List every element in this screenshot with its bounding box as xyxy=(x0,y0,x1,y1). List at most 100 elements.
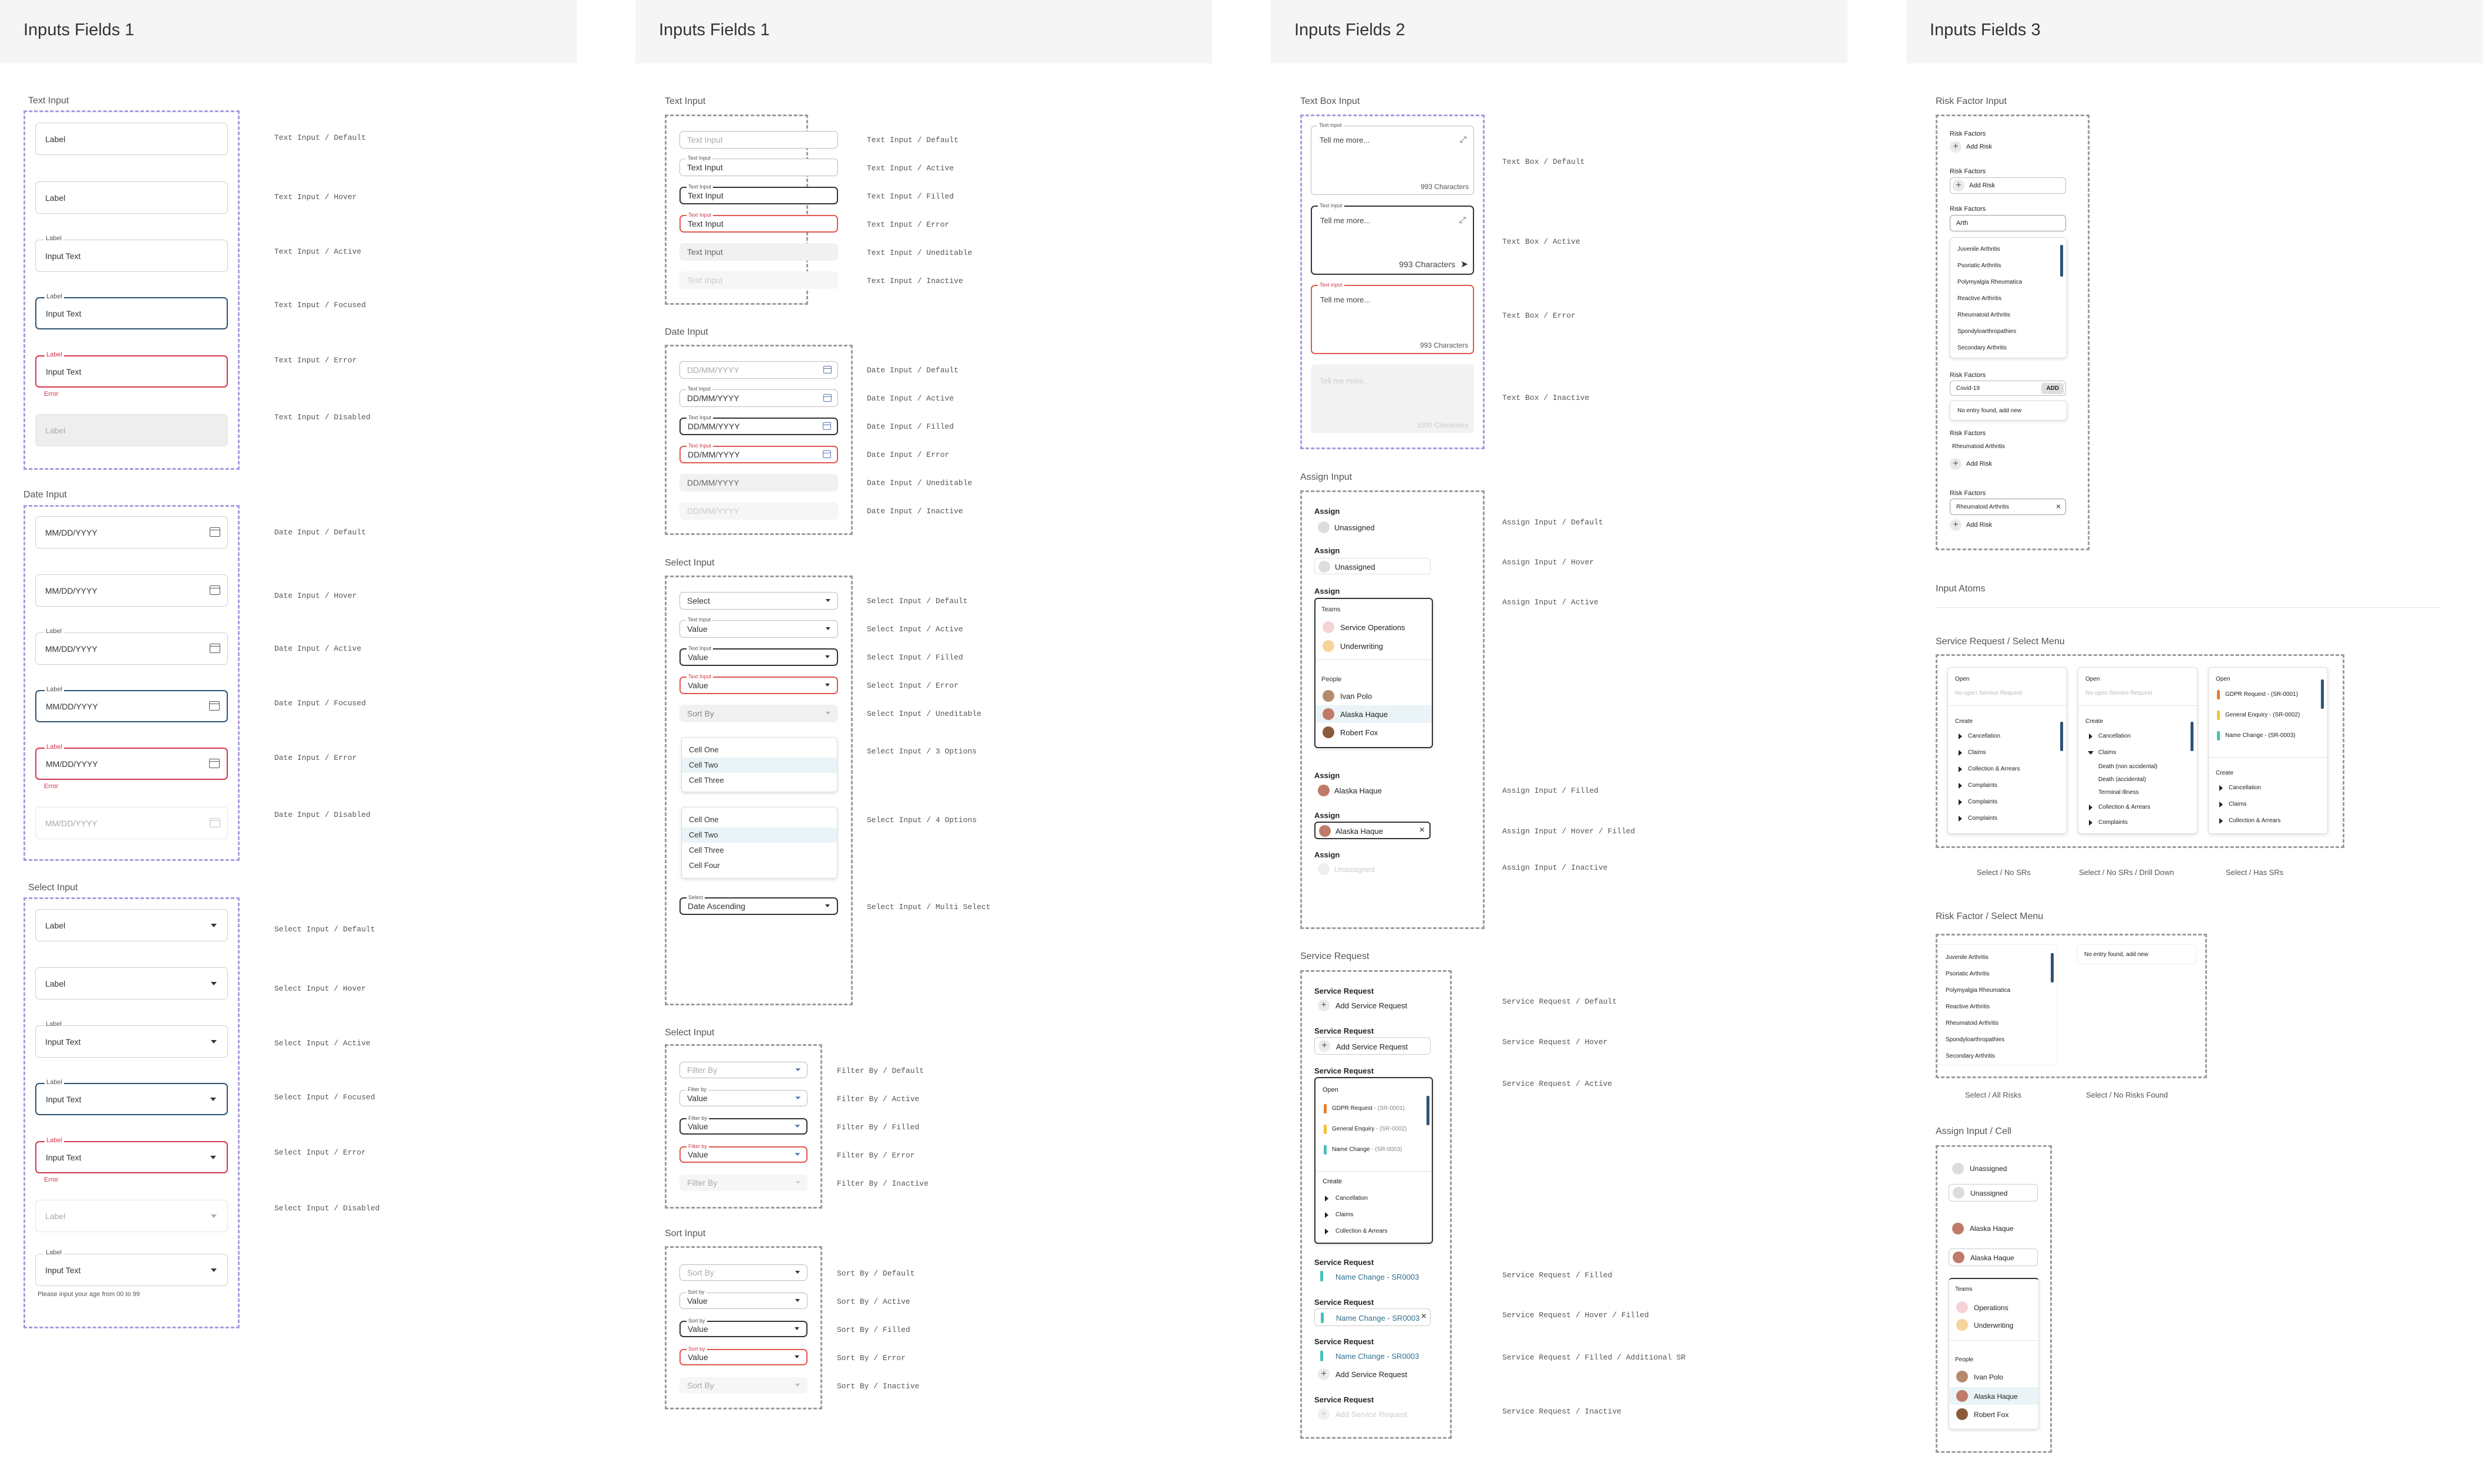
text-input-filled[interactable]: Text Input Text Input xyxy=(679,184,838,204)
date-input-focused[interactable]: Label MM/DD/YYYY xyxy=(35,686,228,722)
text-box-error[interactable]: Text input Tell me more... 993 Characters xyxy=(1311,282,1474,354)
text-box-default[interactable]: Text input Tell me more... ⤢ 993 Characters xyxy=(1311,122,1474,195)
filter-input-filled[interactable]: Filter by Value ⏷ xyxy=(679,1115,808,1135)
date-input-error[interactable]: Label MM/DD/YYYY xyxy=(35,743,228,780)
date-input-error[interactable]: Text Input DD/MM/YYYY xyxy=(679,443,838,463)
cell-filled-hover[interactable]: Alaska Haque xyxy=(1949,1249,2038,1266)
sr-create-option[interactable]: Complaints xyxy=(2098,819,2128,826)
calendar-icon[interactable] xyxy=(823,366,832,373)
team-option[interactable]: Service Operations xyxy=(1340,623,1405,632)
add-risk-default[interactable]: + Add Risk xyxy=(1950,141,2038,154)
funnel-icon[interactable]: ⏷ xyxy=(795,1150,800,1158)
filter-input-error[interactable]: Filter by Value ⏷ xyxy=(679,1143,808,1163)
text-input-hover[interactable]: Label xyxy=(35,181,228,214)
menu-option[interactable]: Cell Three xyxy=(682,843,837,858)
expand-icon[interactable]: ⤢ xyxy=(1459,215,1466,225)
select-input-error[interactable]: Text Input Value xyxy=(679,674,838,694)
person-option[interactable]: Alaska Haque xyxy=(1340,710,1388,719)
sr-create-option[interactable]: Claims xyxy=(1335,1212,1354,1218)
risk-option[interactable]: Psoriatic Arthritis xyxy=(1946,971,1989,977)
filter-input-active[interactable]: Filter by Value ⏷ xyxy=(679,1086,808,1106)
sr-filled-additional[interactable]: Name Change - SR0003 xyxy=(1318,1350,1424,1362)
sr-option[interactable]: GDPR Request - (SR-0001) xyxy=(2225,691,2298,698)
sr-create-option[interactable]: Cancellation xyxy=(2229,785,2261,791)
close-icon[interactable]: × xyxy=(1419,825,1425,836)
add-service-request-button[interactable]: + Add Service Request xyxy=(1318,1367,1424,1381)
calendar-icon[interactable] xyxy=(210,527,220,537)
add-button[interactable]: ADD xyxy=(2041,383,2064,394)
sr-option[interactable]: Name Change - (SR-0003) xyxy=(2225,732,2296,739)
risk-option[interactable]: Psoriatic Arthritis xyxy=(1957,263,2001,269)
assign-filled[interactable]: Alaska Haque xyxy=(1318,783,1412,797)
person-option[interactable]: Ivan Polo xyxy=(1974,1373,2003,1381)
cell-unassigned-hover[interactable]: Unassigned xyxy=(1949,1184,2038,1202)
risk-option[interactable]: Juvenile Arthritis xyxy=(1957,246,2000,253)
sr-filled[interactable]: Name Change - SR0003 xyxy=(1318,1270,1424,1284)
risk-option[interactable]: Polymyalgia Rheumatica xyxy=(1957,279,2022,285)
funnel-icon[interactable]: ⏷ xyxy=(795,1066,801,1074)
risk-option[interactable]: Spondyloarthropathies xyxy=(1946,1037,2004,1043)
risk-option[interactable]: Juvenile Arthritis xyxy=(1946,954,1989,961)
sort-input-default[interactable]: Sort By xyxy=(679,1264,808,1281)
risk-option[interactable]: Reactive Arthritis xyxy=(1957,295,2001,302)
select-input-active[interactable]: Label Input Text xyxy=(35,1021,228,1058)
text-box-active[interactable]: Text input Tell me more... ⤢ 993 Characters… xyxy=(1311,203,1474,275)
sr-option[interactable]: General Enquiry - (SR-0002) xyxy=(1332,1126,1407,1132)
sr-sub-option[interactable]: Death (non accidental) xyxy=(2098,763,2158,770)
expand-icon[interactable]: ⤢ xyxy=(1460,134,1466,144)
sr-default[interactable]: + Add Service Request xyxy=(1318,998,1424,1012)
sr-sub-option[interactable]: Terminal Illness xyxy=(2098,789,2139,796)
risk-option[interactable]: Secondary Arthritis xyxy=(1957,345,2007,351)
date-input-default[interactable]: DD/MM/YYYY xyxy=(679,361,838,379)
scrollbar[interactable] xyxy=(2321,679,2324,709)
assign-default[interactable]: Unassigned xyxy=(1318,520,1412,534)
send-icon[interactable]: ➤ xyxy=(1461,258,1468,270)
select-input-error[interactable]: Label Input Text xyxy=(35,1137,228,1173)
add-risk-hover[interactable]: + Add Risk xyxy=(1950,177,2066,194)
scrollbar[interactable] xyxy=(2191,722,2193,751)
add-risk-filled[interactable]: + Add Risk xyxy=(1950,458,2038,471)
scrollbar[interactable] xyxy=(2051,953,2054,982)
assign-hover-filled[interactable]: Alaska Haque × xyxy=(1314,822,1431,839)
text-input-error[interactable]: Text Input Text Input xyxy=(679,212,838,233)
date-input-default[interactable]: MM/DD/YYYY xyxy=(35,516,228,548)
text-input-active[interactable]: Label Input Text xyxy=(35,235,228,272)
funnel-icon[interactable]: ⏷ xyxy=(795,1122,800,1130)
calendar-icon[interactable] xyxy=(823,450,831,458)
sr-create-option[interactable]: Cancellation xyxy=(1335,1195,1368,1202)
menu-option[interactable]: Cell Three xyxy=(682,773,837,788)
sr-sub-option[interactable]: Death (accidental) xyxy=(2098,776,2146,783)
select-input-helper[interactable]: Label Input Text xyxy=(35,1249,228,1286)
risk-new-entry-input[interactable]: Covid-19 ADD xyxy=(1950,381,2066,396)
scrollbar[interactable] xyxy=(2060,245,2063,277)
sr-create-option[interactable]: Collection & Arrears xyxy=(2098,804,2150,810)
risk-option[interactable]: Rheumatoid Arthritis xyxy=(1946,1020,1998,1027)
text-input-default[interactable]: Text Input xyxy=(679,131,838,149)
date-input-active[interactable]: Text Input DD/MM/YYYY xyxy=(679,386,838,407)
menu-option[interactable]: Cell Four xyxy=(682,858,837,873)
add-risk-button[interactable]: + Add Risk xyxy=(1950,519,2038,532)
sr-option[interactable]: GDPR Request - (SR-0001) xyxy=(1332,1105,1405,1112)
risk-option[interactable]: Reactive Arthritis xyxy=(1946,1004,1990,1010)
person-option[interactable]: Robert Fox xyxy=(1340,728,1378,737)
select-input-multi[interactable]: Select Date Ascending xyxy=(679,894,838,915)
menu-option[interactable]: Cell Two xyxy=(682,827,837,843)
select-input-default[interactable]: Label xyxy=(35,909,228,941)
sort-input-active[interactable]: Sort by Value xyxy=(679,1289,808,1309)
risk-option[interactable]: Secondary Arthritis xyxy=(1946,1053,1995,1059)
person-option[interactable]: Alaska Haque xyxy=(1974,1392,2018,1401)
team-option[interactable]: Operations xyxy=(1974,1304,2008,1312)
risk-option[interactable]: Polymyalgia Rheumatica xyxy=(1946,987,2010,994)
funnel-icon[interactable]: ⏷ xyxy=(795,1094,801,1102)
close-icon[interactable]: × xyxy=(2056,502,2061,511)
menu-option[interactable]: Cell Two xyxy=(682,758,837,773)
assign-hover[interactable]: Unassigned xyxy=(1314,558,1431,574)
sort-input-error[interactable]: Sort by Value xyxy=(679,1346,808,1365)
sr-create-option[interactable]: Claims xyxy=(1968,749,1986,756)
calendar-icon[interactable] xyxy=(210,585,220,595)
menu-option[interactable]: Cell One xyxy=(682,742,837,758)
cell-filled[interactable]: Alaska Haque xyxy=(1952,1221,2040,1236)
select-input-hover[interactable]: Label xyxy=(35,967,228,1000)
scrollbar[interactable] xyxy=(2060,722,2063,751)
sort-input-filled[interactable]: Sort by Value xyxy=(679,1318,808,1337)
